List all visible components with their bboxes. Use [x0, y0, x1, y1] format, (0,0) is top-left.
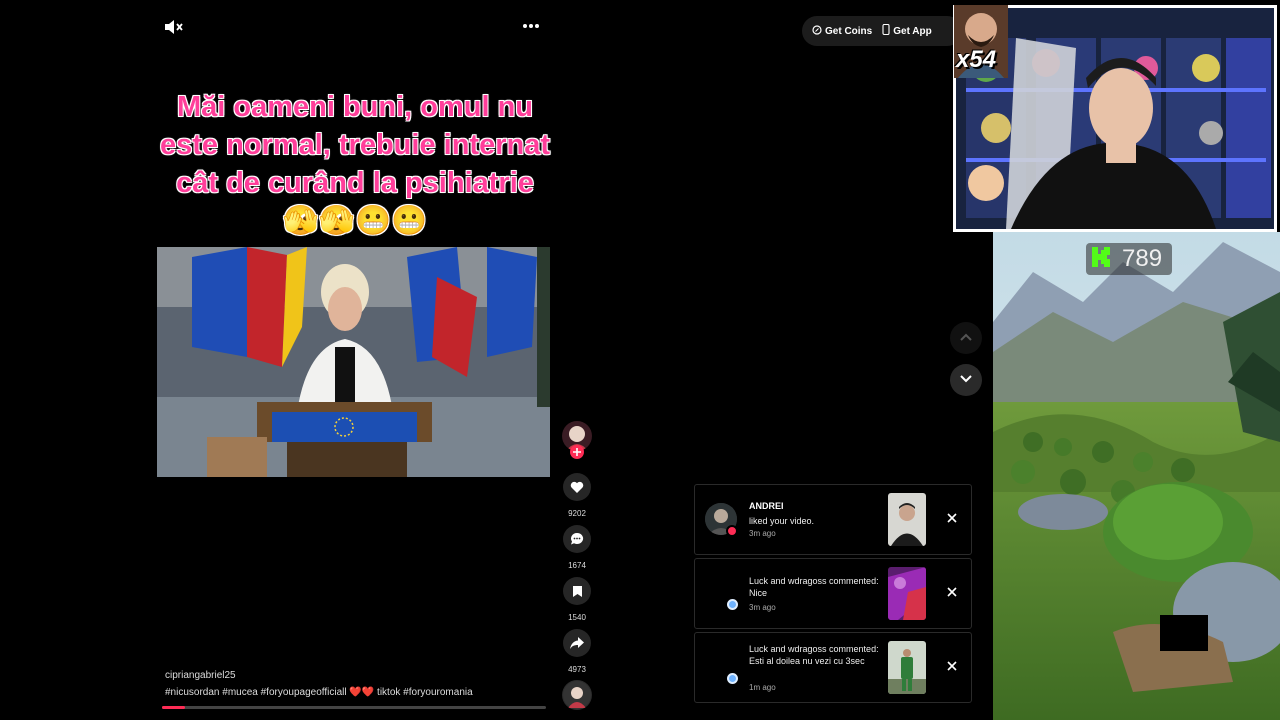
- video-caption-overlay: Măi oameni buni, omul nu este normal, tr…: [160, 91, 550, 237]
- bookmark-action[interactable]: 1540: [562, 577, 592, 622]
- notification-text: Luck and wdragoss commented: Nice: [749, 576, 879, 598]
- close-icon[interactable]: [945, 511, 959, 525]
- more-options-icon[interactable]: [520, 16, 542, 36]
- bookmark-count: 1540: [568, 613, 586, 622]
- notification-text: Luck and wdragoss commented: Esti al doi…: [749, 644, 879, 666]
- comment-count: 1674: [568, 561, 586, 570]
- notification-text: liked your video.: [749, 516, 815, 526]
- video-thumbnail[interactable]: [888, 641, 926, 694]
- tiktok-feed: Măi oameni buni, omul nu este normal, tr…: [0, 0, 993, 720]
- get-app-label: Get App: [893, 25, 932, 37]
- notification-comment[interactable]: Luck and wdragoss commented: Nice 3m ago: [694, 558, 972, 629]
- close-icon[interactable]: [945, 585, 959, 599]
- like-count: 9202: [568, 509, 586, 518]
- share-icon[interactable]: [563, 629, 591, 657]
- notification-name: ANDREI: [749, 501, 784, 511]
- emote-combo-count: x54: [956, 46, 997, 73]
- follow-plus-icon[interactable]: [570, 445, 584, 459]
- video-thumbnail[interactable]: [888, 567, 926, 620]
- heart-badge-icon: [726, 525, 738, 537]
- chevron-up-icon: [959, 329, 973, 347]
- video-progress-bar[interactable]: [162, 706, 546, 709]
- comment-badge-icon: [727, 673, 738, 684]
- previous-video-button[interactable]: [950, 322, 982, 354]
- notification-time: 3m ago: [749, 603, 776, 612]
- comment-badge-icon: [727, 599, 738, 610]
- video-hashtags[interactable]: #nicusordan #mucea #foryoupageofficiall …: [165, 687, 473, 698]
- comment-icon[interactable]: [563, 525, 591, 553]
- get-coins-button[interactable]: Get Coins: [812, 24, 873, 38]
- top-actions-bar: Get Coins Get App: [802, 16, 962, 46]
- mute-icon[interactable]: [163, 18, 183, 36]
- kick-logo-icon: [1090, 245, 1114, 274]
- bookmark-icon[interactable]: [563, 577, 591, 605]
- creator-avatar-button[interactable]: [562, 421, 592, 459]
- get-coins-label: Get Coins: [825, 25, 873, 37]
- video-player[interactable]: [157, 247, 550, 477]
- like-action[interactable]: 9202: [562, 473, 592, 518]
- video-progress-fill: [162, 706, 186, 709]
- get-app-button[interactable]: Get App: [882, 23, 932, 38]
- sound-disc[interactable]: [562, 680, 592, 710]
- notification-comment[interactable]: Luck and wdragoss commented: Esti al doi…: [694, 632, 972, 703]
- phone-icon: [882, 23, 890, 38]
- coin-icon: [812, 24, 822, 38]
- chevron-down-icon: [959, 371, 973, 389]
- share-action[interactable]: 4973: [562, 629, 592, 674]
- comment-action[interactable]: 1674: [562, 525, 592, 570]
- game-stream-view: [993, 232, 1280, 720]
- notification-time: 1m ago: [749, 683, 776, 692]
- video-thumbnail[interactable]: [888, 493, 926, 546]
- music-disc-icon[interactable]: [562, 680, 592, 710]
- viewer-count: 789: [1122, 245, 1163, 272]
- heart-icon[interactable]: [563, 473, 591, 501]
- share-count: 4973: [568, 665, 586, 674]
- notification-like[interactable]: ANDREI liked your video. 3m ago: [694, 484, 972, 555]
- next-video-button[interactable]: [950, 364, 982, 396]
- notification-time: 3m ago: [749, 529, 776, 538]
- author-username[interactable]: cipriangabriel25: [165, 670, 236, 681]
- close-icon[interactable]: [945, 659, 959, 673]
- viewer-count-badge: 789: [1086, 243, 1172, 275]
